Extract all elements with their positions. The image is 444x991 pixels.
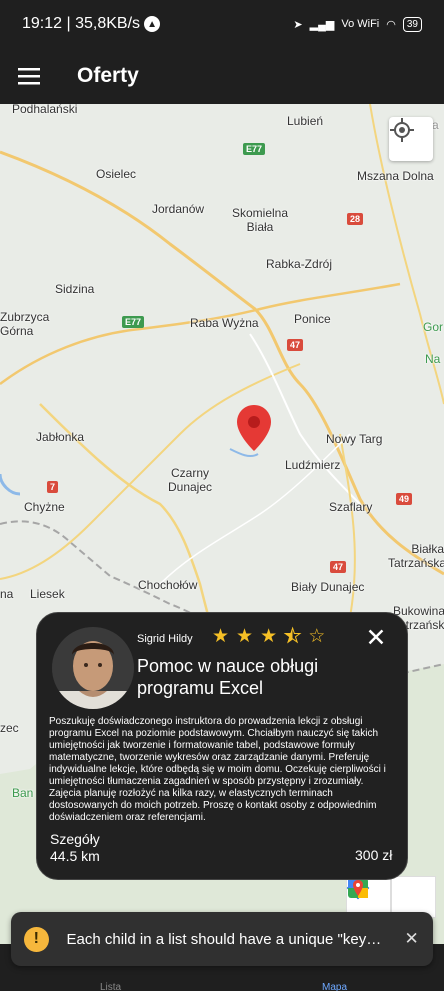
road-badge: 7 [47, 481, 59, 493]
rating-stars: ★ ★ ★ ★ ☆ [212, 626, 326, 647]
map-place-label: Skomielna Biała [231, 206, 289, 234]
map-place-label: Rabka-Zdrój [266, 257, 333, 271]
battery-icon: 39 [402, 16, 422, 32]
map-place-label: Osielec [96, 167, 137, 181]
map-place-label: na [0, 587, 14, 601]
app-notification-icon: ▲ [144, 16, 161, 32]
location-icon: ➤ [293, 18, 303, 31]
nav-item-map[interactable]: Mapa [322, 982, 347, 991]
road-badge: 49 [396, 493, 413, 505]
offer-description: Poszukuję doświadczonego instruktora do … [49, 716, 386, 823]
map-place-label: Na [425, 352, 441, 366]
page-title: Oferty [77, 64, 139, 87]
star-icon: ★ [212, 626, 230, 647]
author-name: Sigrid Hildy [137, 633, 193, 645]
warning-toast[interactable]: ! Each child in a list should have a uni… [11, 912, 433, 966]
map-place-label: Lubień [287, 114, 324, 128]
details-link[interactable]: Szegóły [50, 831, 100, 847]
location-pin-icon[interactable] [236, 404, 272, 452]
nav-item-list[interactable]: Lista [100, 982, 121, 991]
menu-icon[interactable] [1, 48, 57, 104]
map-place-label: Raba Wyżna [190, 316, 259, 330]
close-icon[interactable]: ✕ [363, 625, 389, 651]
map-place-label: Jabłonka [36, 430, 85, 444]
map-place-label: zec [0, 721, 19, 735]
distance: 44.5 km [50, 848, 100, 864]
status-bar: 19:12 | 35,8KB/s ▲ ➤ ▂▄▆ Vo WiFi ◠ 39 [0, 0, 444, 48]
close-icon[interactable]: ✕ [403, 929, 420, 949]
empty-star-icon: ☆ [308, 626, 326, 647]
map-place-label: Ludźmierz [285, 458, 341, 472]
map-place-label: Jordanów [152, 202, 205, 216]
map-place-label: Chyżne [24, 500, 65, 514]
road-badge: 28 [347, 213, 364, 225]
map-place-label: Chochołów [138, 578, 198, 592]
road-badge: E77 [122, 316, 145, 328]
wifi-calling-label: Vo WiFi [341, 18, 380, 30]
map-place-label: Ban [12, 786, 34, 800]
wifi-icon: ◠ [386, 18, 396, 31]
price: 300 zł [355, 847, 393, 863]
star-icon: ★ [236, 626, 254, 647]
crosshair-icon [390, 118, 414, 142]
map-place-label: Podhalański [12, 104, 78, 116]
my-location-button[interactable] [389, 117, 433, 161]
map-place-label: Zubrzyca Górna [0, 310, 50, 338]
map-place-label: Liesek [30, 587, 65, 601]
star-icon: ★ [260, 626, 278, 647]
app-bar: Oferty [0, 48, 444, 104]
map-place-label: Biały Dunajec [291, 580, 365, 594]
road-badge: E77 [243, 143, 266, 155]
offer-title: Pomoc w nauce obługi programu Excel [137, 656, 319, 698]
map-place-label: Gor [423, 320, 444, 334]
toast-message: Each child in a list should have a uniqu… [66, 930, 386, 948]
signal-icon: ▂▄▆ [309, 18, 335, 31]
offer-card[interactable]: Sigrid Hildy ★ ★ ★ ★ ☆ ✕ Pomoc w nauce o… [36, 612, 408, 880]
map-place-label: Nowy Targ [326, 432, 383, 446]
status-time: 19:12 | 35,8KB/s [22, 15, 141, 32]
half-star-icon: ★ [284, 626, 302, 647]
status-icons: ➤ ▂▄▆ Vo WiFi ◠ 39 [293, 16, 422, 32]
map-place-label: Ponice [294, 312, 331, 326]
road-badge: 47 [330, 561, 347, 573]
road-badge: 47 [287, 339, 304, 351]
map-place-label: Czarny Dunajec [167, 466, 213, 494]
warning-icon: ! [24, 926, 49, 952]
map-place-label: Sidzina [55, 282, 95, 296]
status-left: 19:12 | 35,8KB/s ▲ [22, 15, 161, 33]
avatar [52, 627, 134, 709]
map-place-label: Mszana Dolna [357, 169, 434, 183]
map-place-label: Szaflary [329, 500, 373, 514]
map-place-label: Białka Tatrzańska [388, 542, 444, 570]
